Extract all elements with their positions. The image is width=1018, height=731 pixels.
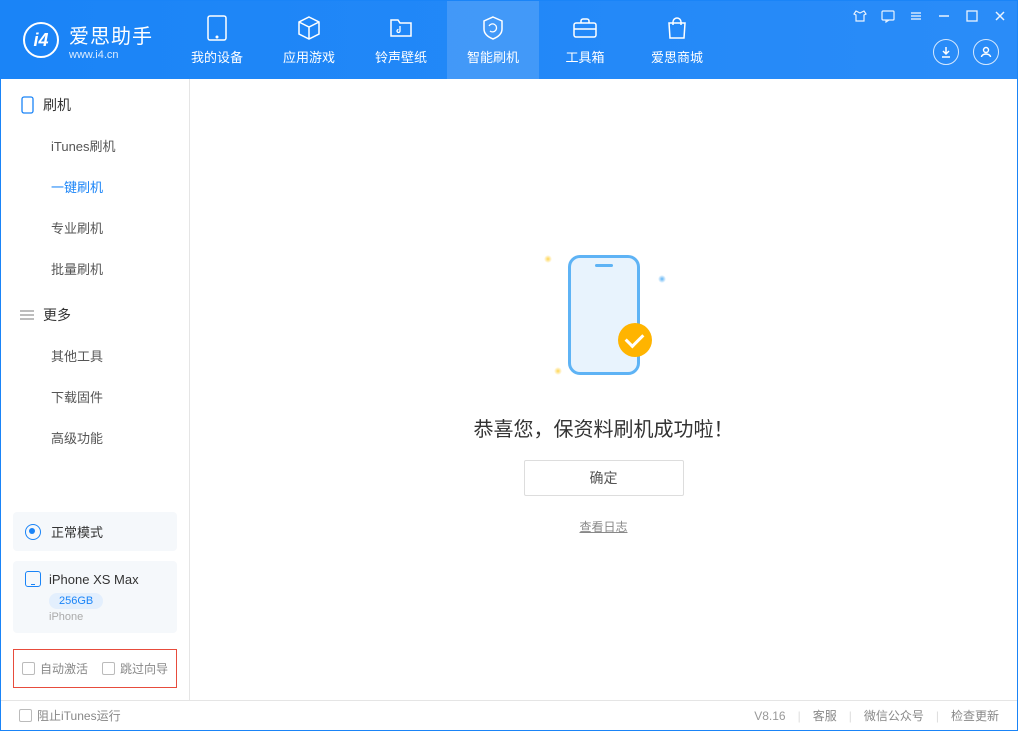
- nav-toolbox[interactable]: 工具箱: [539, 1, 631, 79]
- header-actions: [933, 39, 999, 65]
- logo-icon: i4: [23, 22, 59, 58]
- music-folder-icon: [388, 15, 414, 41]
- footer-link-wechat[interactable]: 微信公众号: [864, 707, 924, 724]
- phone-icon: [25, 571, 41, 587]
- version-label: V8.16: [754, 709, 785, 723]
- success-message: 恭喜您，保资料刷机成功啦！: [474, 413, 734, 442]
- minimize-button[interactable]: [935, 7, 953, 25]
- briefcase-icon: [572, 15, 598, 41]
- device-status[interactable]: 正常模式: [13, 512, 177, 551]
- nav-store[interactable]: 爱思商城: [631, 1, 723, 79]
- checkbox-skip-guide[interactable]: 跳过向导: [102, 660, 168, 677]
- device-icon: [204, 15, 230, 41]
- sidebar: 刷机 iTunes刷机 一键刷机 专业刷机 批量刷机 更多 其他工具 下载固件 …: [1, 79, 190, 700]
- nav-apps[interactable]: 应用游戏: [263, 1, 355, 79]
- nav-my-device[interactable]: 我的设备: [171, 1, 263, 79]
- nav-flash[interactable]: 智能刷机: [447, 1, 539, 79]
- main-nav: 我的设备 应用游戏 铃声壁纸 智能刷机 工具箱 爱思商城: [171, 1, 723, 79]
- sidebar-item-oneclick-flash[interactable]: 一键刷机: [1, 166, 189, 207]
- cube-icon: [296, 15, 322, 41]
- user-icon[interactable]: [973, 39, 999, 65]
- view-log-link[interactable]: 查看日志: [579, 518, 627, 535]
- nav-ringtones[interactable]: 铃声壁纸: [355, 1, 447, 79]
- app-title: 爱思助手: [69, 20, 153, 49]
- sidebar-item-itunes-flash[interactable]: iTunes刷机: [1, 125, 189, 166]
- download-icon[interactable]: [933, 39, 959, 65]
- device-name: iPhone XS Max: [49, 572, 139, 587]
- sidebar-section-flash: 刷机: [1, 79, 189, 125]
- list-icon: [19, 307, 35, 323]
- sidebar-item-pro-flash[interactable]: 专业刷机: [1, 207, 189, 248]
- sidebar-item-batch-flash[interactable]: 批量刷机: [1, 248, 189, 289]
- device-card[interactable]: iPhone XS Max 256GB iPhone: [13, 561, 177, 633]
- checkbox-icon: [22, 662, 35, 675]
- checkbox-row-highlighted: 自动激活 跳过向导: [13, 649, 177, 688]
- sidebar-item-advanced[interactable]: 高级功能: [1, 417, 189, 458]
- footer-link-support[interactable]: 客服: [813, 707, 837, 724]
- window-controls: [851, 7, 1009, 25]
- phone-illustration-icon: [568, 255, 640, 375]
- storage-badge: 256GB: [49, 593, 103, 609]
- phone-outline-icon: [19, 97, 35, 113]
- maximize-button[interactable]: [963, 7, 981, 25]
- status-indicator-icon: [25, 524, 41, 540]
- confirm-button[interactable]: 确定: [524, 460, 684, 496]
- menu-icon[interactable]: [907, 7, 925, 25]
- main-content: 恭喜您，保资料刷机成功啦！ 确定 查看日志: [190, 79, 1017, 700]
- shirt-icon[interactable]: [851, 7, 869, 25]
- sidebar-item-other-tools[interactable]: 其他工具: [1, 335, 189, 376]
- footer-link-update[interactable]: 检查更新: [951, 707, 999, 724]
- checkbox-icon: [19, 709, 32, 722]
- sidebar-section-more: 更多: [1, 289, 189, 335]
- checkmark-badge-icon: [618, 323, 652, 357]
- checkbox-auto-activate[interactable]: 自动激活: [22, 660, 88, 677]
- bag-icon: [664, 15, 690, 41]
- refresh-shield-icon: [480, 15, 506, 41]
- app-subtitle: www.i4.cn: [69, 49, 153, 61]
- logo-area: i4 爱思助手 www.i4.cn: [1, 20, 171, 61]
- feedback-icon[interactable]: [879, 7, 897, 25]
- success-illustration: [534, 245, 674, 385]
- checkbox-block-itunes[interactable]: 阻止iTunes运行: [19, 707, 121, 724]
- app-header: i4 爱思助手 www.i4.cn 我的设备 应用游戏 铃声壁纸 智能刷机 工具…: [1, 1, 1017, 79]
- device-type: iPhone: [49, 611, 165, 623]
- checkbox-icon: [102, 662, 115, 675]
- sidebar-item-download-firmware[interactable]: 下载固件: [1, 376, 189, 417]
- footer: 阻止iTunes运行 V8.16 | 客服 | 微信公众号 | 检查更新: [1, 700, 1017, 730]
- close-button[interactable]: [991, 7, 1009, 25]
